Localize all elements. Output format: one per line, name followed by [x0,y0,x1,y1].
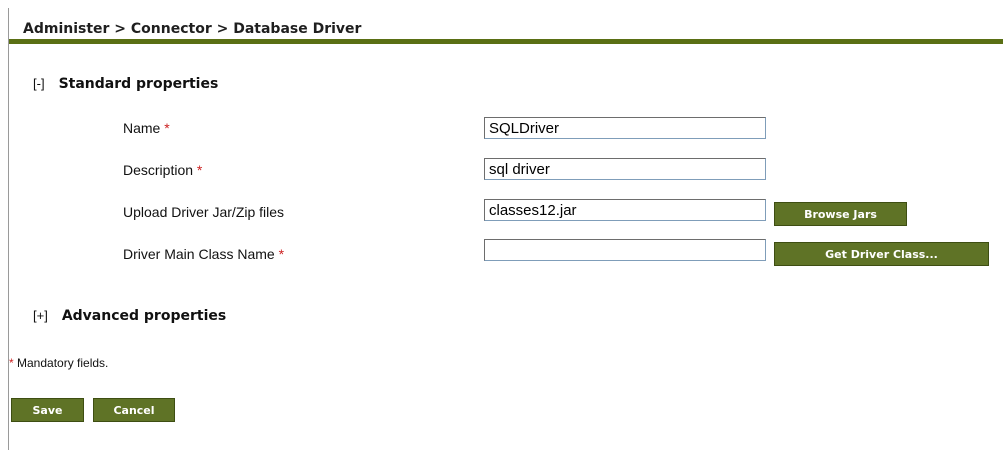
required-marker: * [164,120,170,136]
required-marker: * [278,246,285,262]
name-input[interactable] [484,117,766,139]
browse-jars-button[interactable]: Browse Jars [774,202,907,226]
standard-properties-title: Standard properties [58,76,219,92]
upload-driver-label-text: Upload Driver Jar/Zip files [123,204,285,220]
title-divider [9,39,1003,44]
mandatory-note-text: Mandatory fields. [17,356,109,370]
driver-main-class-label-text: Driver Main Class Name [123,246,275,262]
description-label-text: Description [123,162,194,178]
name-label-text: Name [123,120,161,136]
page-frame: Administer > Connector > Database Driver… [8,8,1003,450]
required-marker: * [9,356,14,370]
collapse-standard-toggle[interactable]: [-] [33,76,45,91]
title-bar: Administer > Connector > Database Driver [9,8,1003,39]
upload-driver-label: Upload Driver Jar/Zip files [123,204,284,220]
advanced-properties-title: Advanced properties [61,308,227,324]
driver-main-class-input[interactable] [484,239,766,261]
expand-advanced-toggle[interactable]: [+] [33,308,48,323]
breadcrumb: Administer > Connector > Database Driver [23,21,362,37]
get-driver-class-button[interactable]: Get Driver Class... [774,242,989,266]
advanced-properties-header: [+] Advanced properties [33,308,226,324]
required-marker: * [196,162,203,178]
cancel-button[interactable]: Cancel [93,398,175,422]
save-button[interactable]: Save [11,398,84,422]
name-label: Name * [123,120,170,136]
standard-properties-header: [-] Standard properties [33,76,218,92]
mandatory-note: * Mandatory fields. [9,356,108,370]
description-input[interactable] [484,158,766,180]
driver-file-input[interactable] [484,199,766,221]
driver-main-class-label: Driver Main Class Name * [123,246,284,262]
description-label: Description * [123,162,202,178]
